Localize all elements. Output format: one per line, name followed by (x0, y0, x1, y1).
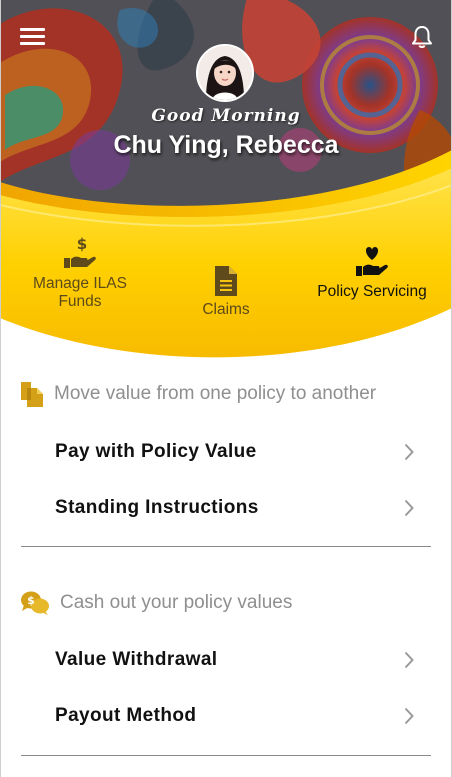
nav-manage-ilas-funds[interactable]: $ Manage ILAS Funds (25, 235, 135, 311)
profile-header: Good Morning Chu Ying, Rebecca $ Manage … (0, 0, 452, 365)
chevron-right-icon (404, 707, 414, 725)
section-cash-out-title: Cash out your policy values (60, 592, 293, 613)
user-name: Chu Ying, Rebecca (113, 131, 339, 159)
chevron-right-icon (404, 443, 414, 461)
menu-item-standing-instructions[interactable]: Standing Instructions (20, 482, 432, 534)
hand-dollar-icon: $ (64, 235, 96, 268)
chevron-right-icon (404, 651, 414, 669)
profile-photo (198, 46, 252, 100)
nav-policy-servicing-label: Policy Servicing (317, 283, 427, 300)
hand-heart-icon (356, 247, 388, 276)
menu-item-value-withdrawal[interactable]: Value Withdrawal (20, 634, 432, 686)
menu-button[interactable] (20, 28, 46, 48)
nav-claims-label: Claims (202, 301, 250, 318)
menu-item-label: Payout Method (55, 705, 197, 726)
menu-bar (20, 35, 45, 38)
bell-icon (412, 26, 432, 48)
section-divider (21, 755, 431, 756)
document-icon (215, 266, 237, 296)
menu-item-label: Pay with Policy Value (55, 441, 257, 462)
nav-policy-servicing[interactable]: Policy Servicing (308, 244, 436, 301)
menu-item-label: Standing Instructions (55, 497, 259, 518)
section-move-value-header: Move value from one policy to another (20, 380, 376, 408)
menu-item-payout-method[interactable]: Payout Method (20, 690, 432, 742)
section-cash-out-header: $ Cash out your policy values (20, 590, 292, 616)
svg-text:$: $ (27, 594, 35, 607)
menu-bar (20, 28, 45, 31)
section-divider (21, 546, 431, 547)
menu-bar (20, 42, 45, 45)
svg-text:$: $ (77, 236, 87, 253)
menu-item-pay-with-policy-value[interactable]: Pay with Policy Value (20, 426, 432, 478)
notification-button[interactable] (410, 24, 434, 50)
copy-documents-icon (21, 382, 43, 407)
section-move-value-title: Move value from one policy to another (54, 383, 377, 404)
nav-claims[interactable]: Claims (190, 266, 262, 319)
menu-item-label: Value Withdrawal (55, 649, 218, 670)
chevron-right-icon (404, 499, 414, 517)
nav-manage-ilas-funds-label: Manage ILAS Funds (33, 275, 127, 310)
chat-dollar-icon: $ (21, 591, 49, 615)
avatar[interactable] (196, 44, 254, 102)
greeting-text: Good Morning (151, 106, 301, 126)
